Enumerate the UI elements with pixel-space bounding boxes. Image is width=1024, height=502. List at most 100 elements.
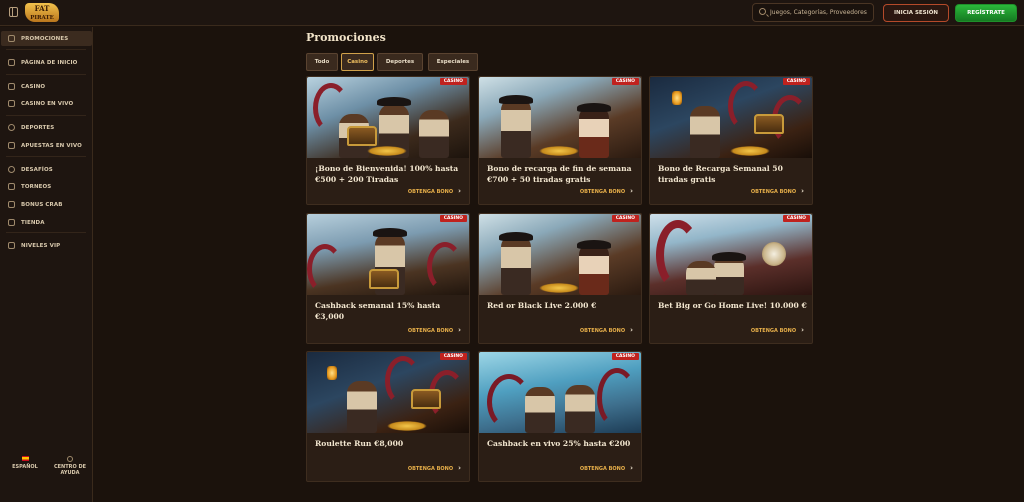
promo-image: CASINO [479,352,641,433]
casino-badge: CASINO [782,78,810,85]
promo-card[interactable]: CASINO Cashback en vivo 25% hasta €200 O… [478,351,642,482]
help-icon [67,456,73,462]
promo-card[interactable]: CASINO ¡Bono de Bienvenida! 100% hasta €… [306,76,470,205]
search-icon [759,8,766,15]
promo-title: ¡Bono de Bienvenida! 100% hasta €500 + 2… [315,164,459,184]
chevron-right-icon: › [801,187,804,195]
promo-image: CASINO [307,352,469,433]
help-center-link[interactable]: CENTRO DE AYUDA [53,456,87,476]
claim-bonus-button[interactable]: OBTENGA BONO › [751,186,804,196]
promo-image: CASINO [307,214,469,295]
tab-especiales[interactable]: Especiales [428,53,478,71]
login-button[interactable]: INICIA SESIÓN [883,4,949,22]
sidebar: PROMOCIONES PÁGINA DE INICIO CASINO CASI… [0,27,93,502]
claim-bonus-label: OBTENGA BONO [407,466,454,472]
tab-casino[interactable]: Casino [341,53,374,71]
promo-title: Cashback semanal 15% hasta €3,000 [315,301,441,321]
brand-logo[interactable]: FAT PIRATE [25,3,59,22]
promo-card[interactable]: CASINO Bono de Recarga Semanal 50 tirada… [649,76,813,205]
promo-card[interactable]: CASINO Bono de recarga de fin de semana … [478,76,642,205]
chevron-right-icon: › [458,187,461,195]
sidebar-item-label: DESAFÍOS [21,166,53,173]
claim-bonus-label: OBTENGA BONO [579,466,626,472]
promo-title: Cashback en vivo 25% hasta €200 [487,439,631,448]
promo-card[interactable]: CASINO Roulette Run €8,000 OBTENGA BONO › [306,351,470,482]
sidebar-item-label: APUESTAS EN VIVO [21,142,82,149]
search-box[interactable] [752,3,874,22]
gift-icon [8,35,15,42]
promo-card[interactable]: CASINO Red or Black Live 2.000 € OBTENGA… [478,213,642,344]
home-icon [8,59,15,66]
claim-bonus-button[interactable]: OBTENGA BONO › [580,325,633,335]
sidebar-item-label: DEPORTES [21,124,55,131]
crown-icon [8,242,15,249]
casino-badge: CASINO [439,215,467,222]
shop-icon [8,219,15,226]
crab-icon [8,201,15,208]
chevron-right-icon: › [630,326,633,334]
sidebar-item-torneos[interactable]: TORNEOS [1,179,92,194]
casino-badge: CASINO [439,353,467,360]
sidebar-item-bonus-crab[interactable]: BONUS CRAB [1,197,92,212]
promo-image: CASINO [650,77,812,158]
promo-image: CASINO [307,77,469,158]
logo-text-top: FAT [34,4,50,13]
claim-bonus-button[interactable]: OBTENGA BONO › [408,463,461,473]
promo-card[interactable]: CASINO Bet Big or Go Home Live! 10.000 €… [649,213,813,344]
divider [6,232,86,233]
casino-badge: CASINO [611,215,639,222]
divider [6,74,86,75]
promo-title: Bono de recarga de fin de semana €700 + … [487,164,632,184]
live-bet-icon [8,142,15,149]
casino-badge: CASINO [439,78,467,85]
live-casino-icon [8,100,15,107]
tab-todo[interactable]: Todo [306,53,338,71]
casino-badge: CASINO [611,353,639,360]
claim-bonus-button[interactable]: OBTENGA BONO › [408,186,461,196]
logo-text-bottom: PIRATE [30,15,54,21]
casino-badge: CASINO [611,78,639,85]
spain-flag-icon [21,456,29,461]
claim-bonus-label: OBTENGA BONO [579,328,626,334]
promo-image: CASINO [650,214,812,295]
sidebar-item-casino-en-vivo[interactable]: CASINO EN VIVO [1,96,92,111]
claim-bonus-button[interactable]: OBTENGA BONO › [580,463,633,473]
claim-bonus-button[interactable]: OBTENGA BONO › [751,325,804,335]
sidebar-item-desafios[interactable]: DESAFÍOS [1,162,92,177]
register-button[interactable]: REGÍSTRATE [955,4,1017,22]
sidebar-item-niveles-vip[interactable]: NIVELES VIP [1,238,92,253]
chevron-right-icon: › [801,326,804,334]
chevron-right-icon: › [630,187,633,195]
sidebar-toggle-icon[interactable] [9,7,18,17]
sidebar-item-casino[interactable]: CASINO [1,79,92,94]
claim-bonus-label: OBTENGA BONO [407,328,454,334]
promo-title: Roulette Run €8,000 [315,439,404,448]
cards-icon [8,83,15,90]
search-input[interactable] [770,4,874,21]
language-selector[interactable]: ESPAÑOL [10,456,40,470]
claim-bonus-label: OBTENGA BONO [750,189,797,195]
sidebar-item-deportes[interactable]: DEPORTES [1,120,92,135]
ball-icon [8,124,15,131]
top-bar: FAT PIRATE INICIA SESIÓN REGÍSTRATE [0,0,1024,26]
sidebar-item-promociones[interactable]: PROMOCIONES [1,31,92,46]
promo-card[interactable]: CASINO Cashback semanal 15% hasta €3,000… [306,213,470,344]
chevron-right-icon: › [630,464,633,472]
divider [6,49,86,50]
promo-title: Bono de Recarga Semanal 50 tiradas grati… [658,164,783,184]
sidebar-item-label: TIENDA [21,219,45,226]
promo-title: Red or Black Live 2.000 € [487,301,597,310]
claim-bonus-button[interactable]: OBTENGA BONO › [408,325,461,335]
claim-bonus-label: OBTENGA BONO [750,328,797,334]
tab-deportes[interactable]: Deportes [377,53,423,71]
divider [6,115,86,116]
page-title: Promociones [306,31,386,44]
sidebar-item-apuestas-en-vivo[interactable]: APUESTAS EN VIVO [1,138,92,153]
promo-image: CASINO [479,214,641,295]
sidebar-item-inicio[interactable]: PÁGINA DE INICIO [1,55,92,70]
divider [6,156,86,157]
claim-bonus-button[interactable]: OBTENGA BONO › [580,186,633,196]
sidebar-item-label: PROMOCIONES [21,35,69,42]
sidebar-item-tienda[interactable]: TIENDA [1,215,92,230]
sidebar-item-label: CASINO [21,83,46,90]
